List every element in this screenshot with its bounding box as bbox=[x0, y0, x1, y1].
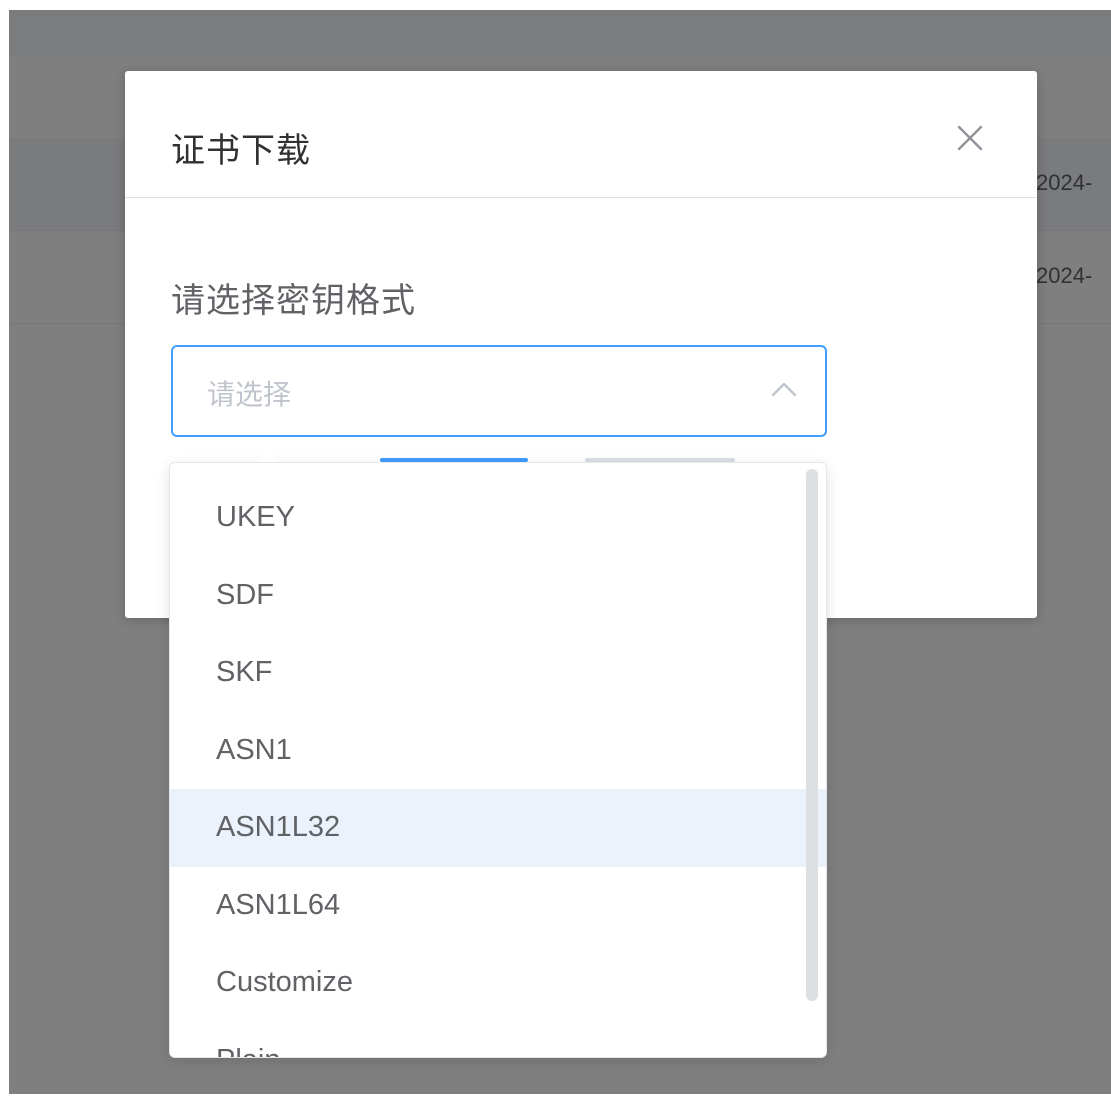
key-format-select[interactable]: 请选择 bbox=[171, 345, 827, 437]
option-asn1l32[interactable]: ASN1L32 bbox=[170, 789, 826, 867]
chevron-up-icon bbox=[771, 382, 797, 397]
option-asn1l64[interactable]: ASN1L64 bbox=[170, 867, 826, 945]
option-ukey[interactable]: UKEY bbox=[170, 479, 826, 557]
dialog-title: 证书下载 bbox=[171, 132, 311, 170]
option-plain[interactable]: Plain bbox=[170, 1022, 826, 1058]
close-icon bbox=[957, 125, 983, 151]
option-sdf[interactable]: SDF bbox=[170, 557, 826, 635]
frame-edge-left bbox=[0, 0, 9, 1106]
frame-edge-top bbox=[0, 0, 1111, 10]
key-format-dropdown: UKEY SDF SKF ASN1 ASN1L32 ASN1L64 Custom… bbox=[169, 462, 827, 1058]
dropdown-scrollbar[interactable] bbox=[806, 469, 818, 1001]
select-placeholder: 请选择 bbox=[207, 379, 292, 410]
option-customize[interactable]: Customize bbox=[170, 944, 826, 1022]
dropdown-caret bbox=[256, 449, 280, 462]
option-asn1[interactable]: ASN1 bbox=[170, 712, 826, 790]
option-skf[interactable]: SKF bbox=[170, 634, 826, 712]
key-format-label: 请选择密钥格式 bbox=[171, 282, 416, 320]
dialog-header: 证书下载 bbox=[125, 71, 1037, 198]
frame-edge-bottom bbox=[0, 1094, 1111, 1106]
close-button[interactable] bbox=[949, 117, 991, 159]
option-list: UKEY SDF SKF ASN1 ASN1L32 ASN1L64 Custom… bbox=[170, 479, 826, 1058]
